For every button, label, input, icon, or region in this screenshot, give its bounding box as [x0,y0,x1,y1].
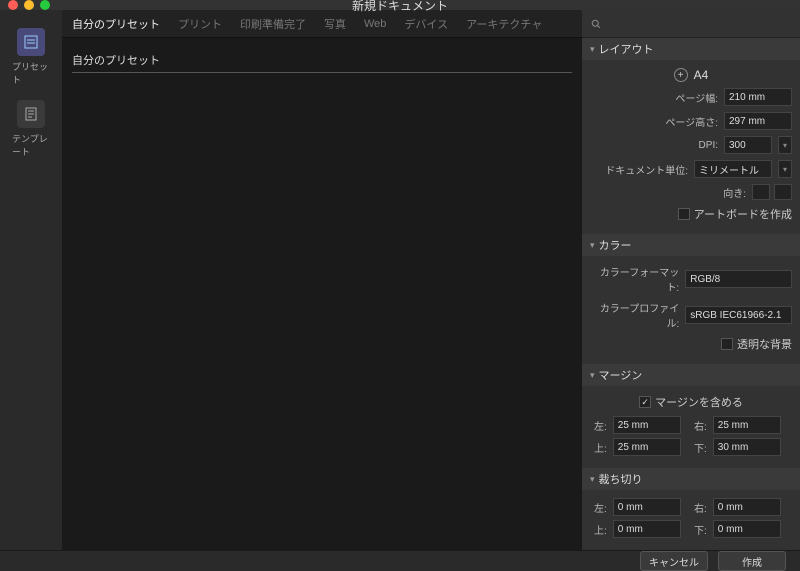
color-format-select[interactable]: RGB/8 [685,270,792,288]
color-profile-select[interactable]: sRGB IEC61966-2.1 [685,306,792,324]
dpi-dropdown[interactable] [778,136,792,154]
dpi-field[interactable]: 300 [724,136,772,154]
bleed-left-field[interactable]: 0 mm [613,498,681,516]
main-area: 自分のプリセット プリント 印刷準備完了 写真 Web デバイス アーキテクチャ… [62,10,582,550]
margin-right-field[interactable]: 25 mm [713,416,781,434]
properties-panel: レイアウト + A4 ページ幅:210 mm ページ高さ:297 mm DPI:… [582,10,800,550]
window-title: 新規ドキュメント [352,0,448,14]
category-tabs: 自分のプリセット プリント 印刷準備完了 写真 Web デバイス アーキテクチャ [62,10,582,38]
titlebar: 新規ドキュメント [0,0,800,10]
tab-print[interactable]: プリント [178,16,222,32]
bleed-top-field[interactable]: 0 mm [613,520,681,538]
orientation-portrait[interactable] [752,184,770,200]
plus-icon: + [674,68,688,82]
zoom-icon[interactable] [40,0,50,10]
sidebar-item-presets[interactable]: プリセット [12,28,50,86]
preset-icon [23,34,39,50]
tab-my-presets[interactable]: 自分のプリセット [72,16,160,32]
tab-devices[interactable]: デバイス [404,16,448,32]
search-bar[interactable] [582,10,800,38]
tab-architecture[interactable]: アーキテクチャ [466,16,542,32]
preset-add-row[interactable]: + A4 [590,68,792,82]
search-icon [590,18,602,30]
minimize-icon[interactable] [24,0,34,10]
page-width-field[interactable]: 210 mm [724,88,792,106]
bleed-right-field[interactable]: 0 mm [713,498,781,516]
page-height-field[interactable]: 297 mm [724,112,792,130]
footer: キャンセル 作成 [0,550,800,571]
template-icon [23,106,39,122]
left-sidebar: プリセット テンプレート [0,10,62,550]
tab-web[interactable]: Web [364,18,386,30]
group-bleed-header[interactable]: 裁ち切り [582,468,800,490]
unit-dropdown[interactable] [778,160,792,178]
transparent-checkbox[interactable] [721,338,733,350]
preset-name: A4 [694,68,709,82]
margin-bottom-field[interactable]: 30 mm [713,438,781,456]
close-icon[interactable] [8,0,18,10]
window-controls [8,0,50,10]
unit-select[interactable]: ミリメートル [694,160,772,178]
create-button[interactable]: 作成 [718,551,786,571]
group-color-header[interactable]: カラー [582,234,800,256]
artboard-checkbox[interactable] [678,208,690,220]
new-document-window: 新規ドキュメント プリセット テンプレート 自分のプリセット プリント 印刷準備… [0,0,800,532]
group-margin-header[interactable]: マージン [582,364,800,386]
sidebar-item-templates[interactable]: テンプレート [12,100,50,158]
cancel-button[interactable]: キャンセル [640,551,708,571]
tab-photo[interactable]: 写真 [324,16,346,32]
section-heading: 自分のプリセット [72,52,572,73]
orientation-landscape[interactable] [774,184,792,200]
tab-press-ready[interactable]: 印刷準備完了 [240,16,306,32]
margin-left-field[interactable]: 25 mm [613,416,681,434]
include-margin-checkbox[interactable]: ✓ [639,396,651,408]
group-layout-header[interactable]: レイアウト [582,38,800,60]
bleed-bottom-field[interactable]: 0 mm [713,520,781,538]
margin-top-field[interactable]: 25 mm [613,438,681,456]
